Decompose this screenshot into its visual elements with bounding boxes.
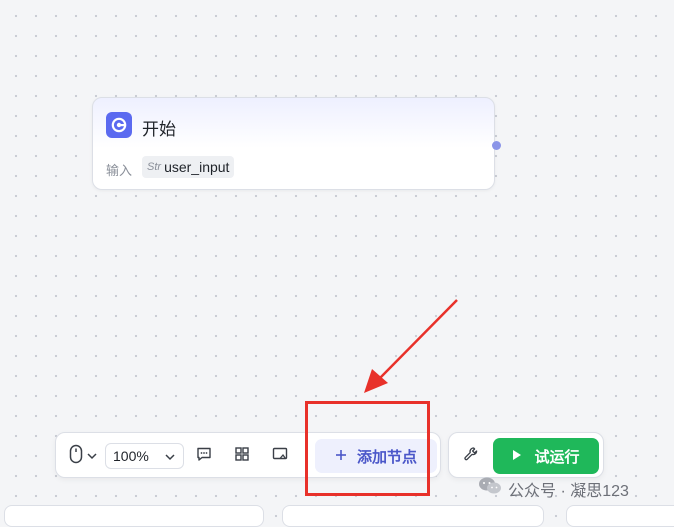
test-run-button[interactable]: 试运行 <box>493 438 599 474</box>
input-variable-chip[interactable]: Str user_input <box>142 156 235 178</box>
grid-layout-icon <box>234 446 250 467</box>
wrench-icon <box>463 446 479 467</box>
annotation-highlight-box <box>305 401 430 496</box>
bottom-panel-right <box>566 505 674 527</box>
settings-button[interactable] <box>459 444 483 468</box>
run-bar: 试运行 <box>448 432 604 478</box>
input-label: 输入 <box>106 163 133 178</box>
watermark: 公众号 · 凝思123 <box>478 476 629 501</box>
start-node[interactable]: 开始 输入 Str user_input <box>92 97 501 190</box>
chevron-down-icon <box>87 447 97 465</box>
start-node-icon <box>106 112 132 138</box>
variable-name: user_input <box>164 159 230 175</box>
comment-icon <box>196 446 212 467</box>
mouse-icon <box>69 444 83 469</box>
watermark-text: 公众号 · 凝思123 <box>508 482 629 500</box>
start-node-title: 开始 <box>142 120 176 139</box>
interaction-mode-button[interactable] <box>64 444 102 469</box>
variable-type: Str <box>147 161 162 173</box>
bottom-panel-left <box>4 505 264 527</box>
comment-button[interactable] <box>192 444 216 468</box>
test-run-label: 试运行 <box>534 448 580 466</box>
bottom-panel-middle <box>282 505 544 527</box>
output-port[interactable] <box>492 141 501 150</box>
minimap-button[interactable] <box>268 444 292 468</box>
minimap-icon <box>272 446 288 467</box>
wechat-icon <box>478 476 502 501</box>
play-icon <box>512 448 522 465</box>
zoom-chevron-icon <box>164 450 176 466</box>
zoom-select[interactable]: 100% <box>105 443 184 469</box>
zoom-value: 100% <box>113 448 149 464</box>
auto-layout-button[interactable] <box>230 444 254 468</box>
